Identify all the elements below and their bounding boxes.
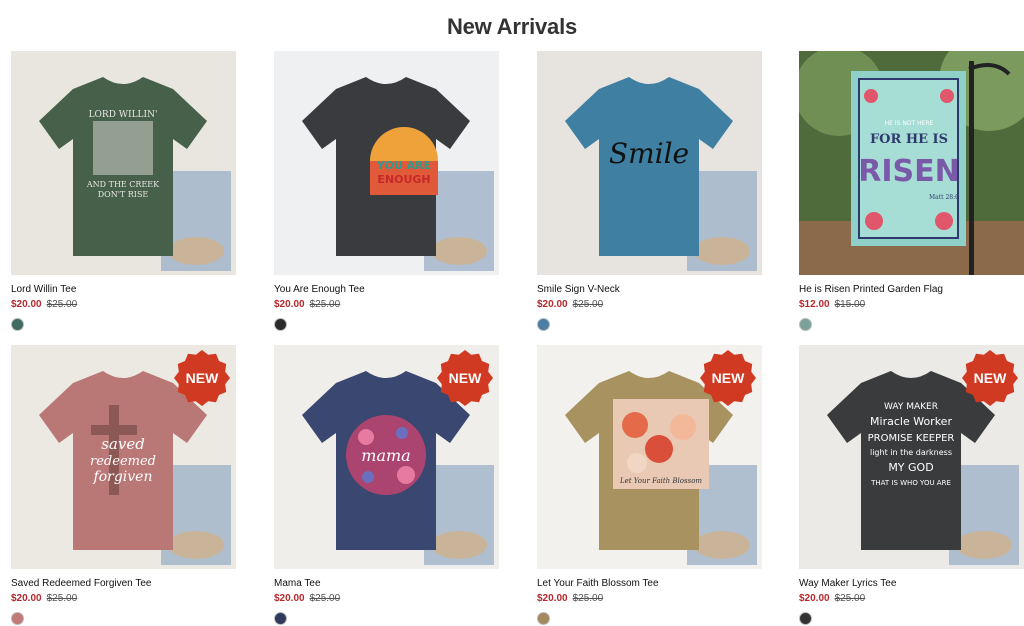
original-price: $25.00 [572,593,604,604]
original-price: $25.00 [46,593,78,604]
svg-text:Smile: Smile [609,137,689,170]
product-image-art: LORD WILLIN' AND THE CREEK DON'T RISE [11,51,236,275]
svg-text:RISEN: RISEN [858,154,959,189]
svg-text:Matt 28:6: Matt 28:6 [929,194,959,201]
svg-text:MY GOD: MY GOD [888,461,933,474]
color-swatch[interactable] [537,318,550,331]
original-price: $25.00 [834,593,866,604]
svg-text:mama: mama [361,446,410,465]
color-swatch[interactable] [537,612,550,625]
sale-price: $20.00 [11,299,42,310]
color-swatch[interactable] [799,318,812,331]
svg-text:saved: saved [101,435,145,453]
svg-text:Let Your Faith Blossom: Let Your Faith Blossom [619,477,702,485]
product-image[interactable]: LORD WILLIN' AND THE CREEK DON'T RISE [11,51,236,275]
product-name[interactable]: Saved Redeemed Forgiven Tee [11,578,236,590]
product-card[interactable]: YOU ARE ENOUGH You Are Enough Tee $20.00… [274,51,499,331]
svg-text:LORD WILLIN': LORD WILLIN' [89,110,158,120]
product-card[interactable]: saved redeemed forgiven NEW Saved Redeem… [11,345,236,625]
svg-text:AND THE CREEK: AND THE CREEK [86,180,160,189]
product-image[interactable]: mama NEW [274,345,499,569]
product-prices: $20.00 $25.00 [274,299,499,311]
product-card[interactable]: LORD WILLIN' AND THE CREEK DON'T RISE Lo… [11,51,236,331]
svg-text:FOR HE IS: FOR HE IS [870,132,948,147]
svg-text:THAT IS WHO YOU ARE: THAT IS WHO YOU ARE [870,479,951,487]
product-name[interactable]: Mama Tee [274,578,499,590]
product-prices: $20.00 $25.00 [11,593,236,605]
product-prices: $20.00 $25.00 [537,299,762,311]
new-badge-label: NEW [448,370,482,386]
new-badge: NEW [174,350,230,406]
new-badge: NEW [700,350,756,406]
sale-price: $20.00 [274,593,305,604]
product-card[interactable]: WAY MAKER Miracle Worker PROMISE KEEPER lig… [799,345,1024,625]
product-prices: $20.00 $25.00 [537,593,762,605]
product-image[interactable]: Smile [537,51,762,275]
product-prices: $12.00 $15.00 [799,299,1024,311]
product-name[interactable]: You Are Enough Tee [274,284,499,296]
svg-text:PROMISE KEEPER: PROMISE KEEPER [868,433,955,444]
new-badge-label: NEW [185,370,219,386]
svg-text:WAY MAKER: WAY MAKER [884,402,938,412]
original-price: $15.00 [834,299,866,310]
product-image[interactable]: WAY MAKER Miracle Worker PROMISE KEEPER lig… [799,345,1024,569]
color-swatch[interactable] [274,318,287,331]
original-price: $25.00 [309,299,341,310]
product-image[interactable]: HE IS NOT HERE FOR HE IS RISEN Matt 28:6 [799,51,1024,275]
color-swatch[interactable] [11,318,24,331]
product-card[interactable]: mama NEW Mama Tee $20.00 $25.00 [274,345,499,625]
color-swatch[interactable] [274,612,287,625]
color-swatch[interactable] [11,612,24,625]
product-image-art: Smile [537,51,762,275]
sale-price: $20.00 [537,593,568,604]
sale-price: $20.00 [799,593,830,604]
color-swatch[interactable] [799,612,812,625]
product-card[interactable]: HE IS NOT HERE FOR HE IS RISEN Matt 28:6… [799,51,1024,331]
sale-price: $20.00 [274,299,305,310]
product-prices: $20.00 $25.00 [11,299,236,311]
svg-text:Miracle Worker: Miracle Worker [870,415,952,428]
product-name[interactable]: Smile Sign V-Neck [537,284,762,296]
product-name[interactable]: Lord Willin Tee [11,284,236,296]
product-card[interactable]: Smile Smile Sign V-Neck $20.00 $25.00 [537,51,762,331]
svg-text:HE IS NOT HERE: HE IS NOT HERE [885,120,934,127]
product-image-art: YOU ARE ENOUGH [274,51,499,275]
product-card[interactable]: Let Your Faith Blossom NEW Let Your Fait… [537,345,762,625]
product-image[interactable]: YOU ARE ENOUGH [274,51,499,275]
svg-text:forgiven: forgiven [93,469,153,485]
sale-price: $20.00 [537,299,568,310]
product-name[interactable]: Way Maker Lyrics Tee [799,578,1024,590]
original-price: $25.00 [46,299,78,310]
svg-text:light in the darkness: light in the darkness [870,448,952,457]
product-prices: $20.00 $25.00 [799,593,1024,605]
product-prices: $20.00 $25.00 [274,593,499,605]
product-image[interactable]: saved redeemed forgiven NEW [11,345,236,569]
product-name[interactable]: Let Your Faith Blossom Tee [537,578,762,590]
new-badge-label: NEW [973,370,1007,386]
section-title: New Arrivals [446,14,578,39]
new-badge-label: NEW [711,370,745,386]
svg-text:ENOUGH: ENOUGH [377,173,430,186]
sale-price: $20.00 [11,593,42,604]
svg-text:redeemed: redeemed [90,454,156,469]
new-badge: NEW [962,350,1018,406]
svg-text:YOU ARE: YOU ARE [376,159,431,172]
original-price: $25.00 [572,299,604,310]
new-badge: NEW [437,350,493,406]
svg-text:DON'T RISE: DON'T RISE [98,190,149,199]
original-price: $25.00 [309,593,341,604]
product-image[interactable]: Let Your Faith Blossom NEW [537,345,762,569]
sale-price: $12.00 [799,299,830,310]
product-name[interactable]: He is Risen Printed Garden Flag [799,284,1024,296]
product-image-art: HE IS NOT HERE FOR HE IS RISEN Matt 28:6 [799,51,1024,275]
